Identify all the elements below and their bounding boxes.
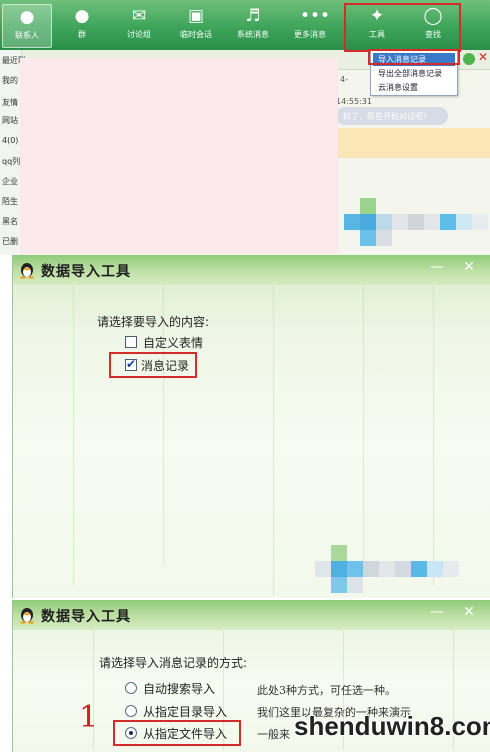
site-watermark: shenduwin8.com (294, 711, 490, 741)
instruction-note: 此处3种方式，可任选一种。 (257, 684, 396, 697)
toolbar-system-msg-button[interactable]: ♬ 系统消息 (228, 4, 278, 48)
contact-group[interactable]: 陌生 (2, 196, 18, 207)
close-icon[interactable]: ✕ (478, 50, 488, 64)
dialog-title: 数据导入工具 (41, 609, 131, 625)
more-icon: ••• (300, 6, 331, 26)
temp-chat-icon: ▣ (187, 6, 205, 26)
message-records-checkbox[interactable] (125, 357, 137, 371)
group-icon: ● (74, 6, 90, 26)
chat-fragment: 4- (340, 75, 348, 84)
dialog-titlebar[interactable]: 数据导入工具 — ✕ (13, 600, 490, 630)
toolbar-more-button[interactable]: ••• 更多消息 (285, 4, 335, 48)
message-records-label: 消息记录 (141, 359, 190, 373)
method-prompt: 请选择导入消息记录的方式: (99, 656, 248, 670)
contact-group[interactable]: 网站 (2, 115, 18, 126)
toolbar-label: 讨论组 (127, 30, 151, 39)
import-tool-dialog-content: 数据导入工具 — ✕ 请选择要导入的内容: 自定义表情 消息记录 (12, 255, 490, 600)
qq-penguin-icon (20, 608, 34, 624)
discussion-icon: ✉ (131, 6, 147, 26)
system-message: 好了，现在开始对话吧！ (343, 112, 431, 121)
contact-list: 最近联 我的 友情 网站 4(0) qq列 企业 陌生 黑名 已删 (0, 50, 26, 255)
menu-item-export-records[interactable]: 导出全部消息记录 (373, 67, 455, 80)
person-icon: ● (19, 7, 35, 27)
file-import-label: 从指定文件导入 (143, 727, 228, 741)
toolbar-contacts-button[interactable]: ● 联系人 (2, 4, 52, 48)
instruction-note: 一般来 (257, 728, 290, 741)
directory-import-radio[interactable] (125, 705, 137, 717)
dialog-titlebar[interactable]: 数据导入工具 — ✕ (13, 255, 490, 285)
auto-search-label: 自动搜索导入 (143, 682, 216, 696)
refresh-icon[interactable] (463, 53, 475, 65)
tools-highlight-box (344, 3, 461, 52)
toolbar-temp-chat-button[interactable]: ▣ 临时会话 (171, 4, 221, 48)
directory-import-label: 从指定目录导入 (143, 705, 228, 719)
qq-main-panel: 4- 14:55:31 好了，现在开始对话吧！ 最近联 我的 友情 网站 4(0… (0, 0, 490, 255)
close-button[interactable]: ✕ (459, 258, 479, 276)
contact-group[interactable]: 4(0) (2, 136, 18, 145)
custom-emoji-checkbox[interactable] (125, 336, 137, 348)
speaker-icon: ♬ (245, 6, 261, 26)
toolbar-label: 临时会话 (180, 30, 212, 39)
minimize-button[interactable]: — (427, 258, 447, 276)
close-button[interactable]: ✕ (459, 603, 479, 621)
qq-penguin-icon (20, 263, 34, 279)
toolbar-discussion-button[interactable]: ✉ 讨论组 (114, 4, 164, 48)
minimize-button[interactable]: — (427, 603, 447, 621)
menu-highlight-box (368, 49, 460, 65)
contact-group[interactable]: 黑名 (2, 216, 18, 227)
privacy-mask (20, 58, 338, 254)
auto-search-radio[interactable] (125, 682, 137, 694)
contact-group[interactable]: qq列 (2, 156, 20, 167)
toolbar-groups-button[interactable]: ● 群 (57, 4, 107, 48)
contact-group[interactable]: 企业 (2, 176, 18, 187)
contact-group[interactable]: 友情 (2, 97, 18, 108)
toolbar-label: 联系人 (15, 31, 39, 40)
dialog-title: 数据导入工具 (41, 264, 131, 280)
file-import-radio[interactable] (125, 727, 137, 739)
toolbar-label: 系统消息 (237, 30, 269, 39)
contact-group[interactable]: 我的 (2, 75, 18, 86)
step-number: 1 (79, 700, 99, 735)
chat-timestamp: 14:55:31 (336, 97, 372, 106)
custom-emoji-label: 自定义表情 (143, 336, 204, 350)
menu-item-cloud-settings[interactable]: 云消息设置 (373, 81, 455, 94)
toolbar-label: 群 (78, 30, 86, 39)
content-prompt: 请选择要导入的内容: (97, 315, 210, 329)
contact-group[interactable]: 已删 (2, 236, 18, 247)
toolbar-label: 更多消息 (294, 30, 326, 39)
